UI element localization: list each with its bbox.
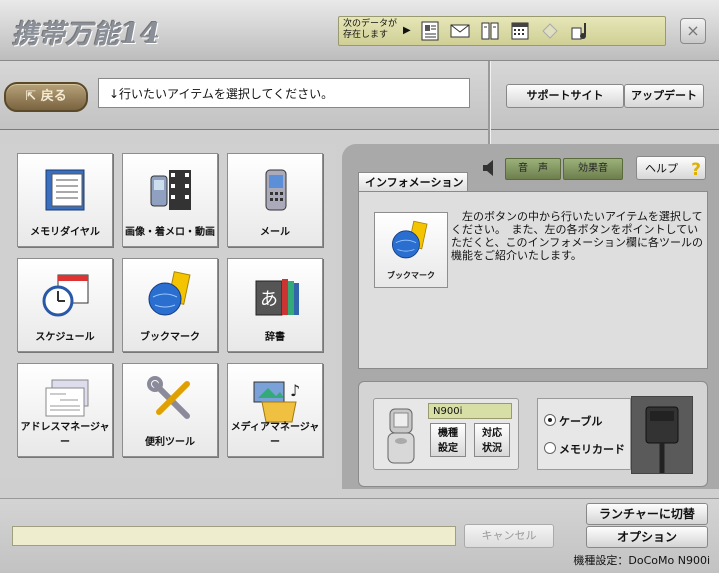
title-bar: 携帯万能14 次のデータが 存在します ▶ × <box>0 0 719 61</box>
radio-selected-icon <box>544 414 556 426</box>
divider <box>488 61 491 144</box>
contacts-icon[interactable] <box>419 20 441 42</box>
data-notification-bar: 次のデータが 存在します ▶ <box>338 16 666 46</box>
tile-label: スケジュール <box>35 332 95 343</box>
device-panel: N900i 機種 設定 対応 状況 ケーブル メモリカード <box>358 381 708 487</box>
tile-label: 辞書 <box>265 332 285 343</box>
status-text: 機種設定：DoCoMo N900i <box>573 554 710 567</box>
update-button[interactable]: アップデート <box>624 84 704 108</box>
tile-label: メール <box>260 227 290 238</box>
info-tile-label: ブックマーク <box>387 271 435 280</box>
globe-bookmark-icon <box>391 220 428 259</box>
svg-text:あ: あ <box>260 289 278 310</box>
calendar-icon[interactable] <box>509 20 531 42</box>
information-box: ブックマーク 左のボタンの中から行いたいアイテムを選択してください。 また、左の… <box>358 191 708 369</box>
help-button[interactable]: ヘルプ? <box>636 156 706 180</box>
sound-effects-toggle-button[interactable]: 効果音 <box>563 158 623 180</box>
tile-bookmark[interactable]: ブックマーク <box>122 258 218 352</box>
flip-phone-icon <box>387 408 415 464</box>
music-icon[interactable] <box>569 20 591 42</box>
phone-film-icon <box>150 170 191 210</box>
options-button[interactable]: オプション <box>586 526 708 548</box>
question-mark-icon: ? <box>691 160 701 180</box>
dictionary-icon: あ <box>255 279 299 316</box>
voice-toggle-button[interactable]: 音 声 <box>505 158 561 180</box>
switch-to-launcher-button[interactable]: ランチャーに切替 <box>586 503 708 525</box>
info-description: 左のボタンの中から行いたいアイテムを選択してください。 また、左の各ボタンをポイ… <box>451 210 704 262</box>
progress-bar <box>12 526 456 546</box>
arrow-right-icon: ▶ <box>403 25 411 36</box>
app-logo: 携帯万能14 <box>12 17 161 50</box>
radio-memory-card[interactable]: メモリカード <box>544 441 625 457</box>
tile-media[interactable]: 画像・着メロ・動画 <box>122 153 218 247</box>
tile-schedule[interactable]: スケジュール <box>17 258 113 352</box>
app-window: 携帯万能14 次のデータが 存在します ▶ × ⇱ 戻る ↓行いたいアイテムを選… <box>0 0 719 573</box>
radio-cable[interactable]: ケーブル <box>544 413 602 429</box>
support-site-button[interactable]: サポートサイト <box>506 84 624 108</box>
back-arrow-icon: ⇱ <box>25 89 41 104</box>
tile-mail[interactable]: メール <box>227 153 323 247</box>
tile-media-manager[interactable]: ♪ メディアマネージャー <box>227 363 323 457</box>
notebook-icon <box>45 169 85 211</box>
tile-dictionary[interactable]: あ 辞書 <box>227 258 323 352</box>
tile-label: ブックマーク <box>140 332 200 343</box>
speaker-icon <box>483 160 493 176</box>
tile-label: アドレスマネージャー <box>20 422 110 448</box>
info-preview-tile: ブックマーク <box>374 212 448 288</box>
mail-icon[interactable] <box>449 20 471 42</box>
phone-icon <box>265 169 287 211</box>
radio-unselected-icon <box>544 442 556 454</box>
cable-image <box>631 396 693 474</box>
cable-connector-icon <box>645 406 679 473</box>
tool-grid: メモリダイヤル 画像・着メロ・動画 メール スケジュール ブックマーク あ 辞書… <box>0 144 336 478</box>
device-model: N900i <box>428 403 512 419</box>
help-label: ヘルプ <box>645 162 678 175</box>
tile-label: 画像・着メロ・動画 <box>125 227 215 238</box>
svg-text:♪: ♪ <box>290 381 300 400</box>
tools-icon <box>147 376 190 419</box>
tile-label: メモリダイヤル <box>30 227 100 238</box>
close-button[interactable]: × <box>680 18 706 44</box>
tile-label: 便利ツール <box>145 437 195 448</box>
book-icon[interactable] <box>479 20 501 42</box>
compatibility-status-button[interactable]: 対応 状況 <box>474 423 510 457</box>
back-button[interactable]: ⇱ 戻る <box>4 82 88 112</box>
clock-calendar-icon <box>42 274 89 317</box>
tab-information[interactable]: インフォメーション <box>358 172 468 192</box>
instruction-field: ↓行いたいアイテムを選択してください。 <box>98 78 470 108</box>
bookmark-tag-icon <box>542 23 558 39</box>
globe-bookmark-icon <box>148 271 191 316</box>
tile-memory-dial[interactable]: メモリダイヤル <box>17 153 113 247</box>
data-notification-text: 次のデータが 存在します <box>343 19 398 40</box>
tile-utility-tools[interactable]: 便利ツール <box>122 363 218 457</box>
tile-address-manager[interactable]: アドレスマネージャー <box>17 363 113 457</box>
connection-selector: ケーブル メモリカード <box>537 398 631 470</box>
cancel-button[interactable]: キャンセル <box>464 524 554 548</box>
device-settings-button[interactable]: 機種 設定 <box>430 423 466 457</box>
tile-label: メディアマネージャー <box>230 422 320 448</box>
device-info-box: N900i 機種 設定 対応 状況 <box>373 398 519 470</box>
